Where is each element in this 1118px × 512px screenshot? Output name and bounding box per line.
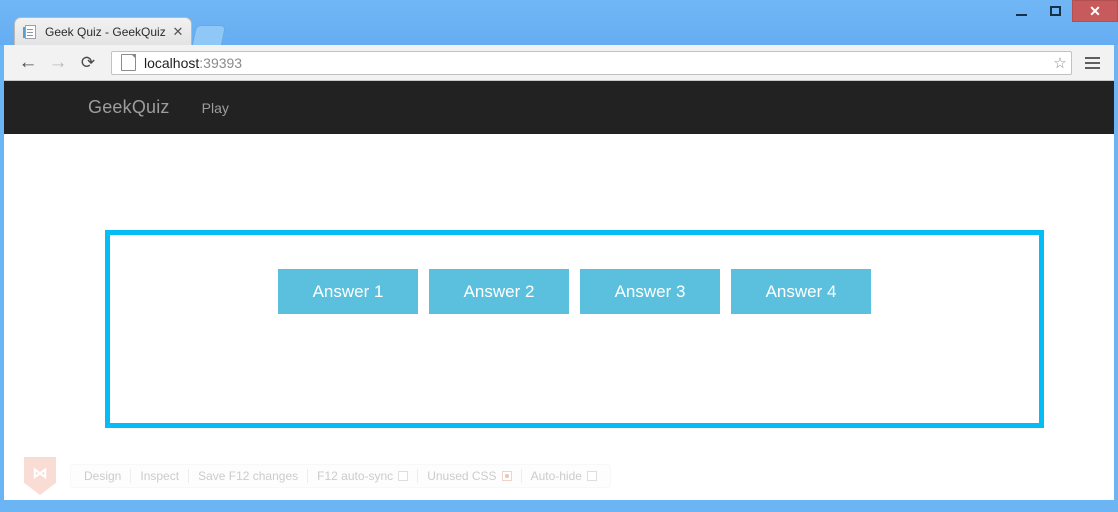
browser-toolbar: ← → ⟳ localhost:39393 ☆ — [4, 45, 1114, 81]
window-controls: ✕ — [1004, 0, 1118, 25]
f12-auto-sync-checkbox[interactable] — [398, 471, 409, 481]
browser-link-save-f12-changes-label: Save F12 changes — [198, 469, 299, 483]
browser-link-auto-hide-label: Auto-hide — [530, 469, 582, 483]
browser-link-toolbar: Design Inspect Save F12 changes F12 auto… — [70, 464, 611, 488]
browser-link-unused-css-label: Unused CSS — [427, 469, 497, 483]
reload-icon[interactable]: ⟳ — [73, 54, 103, 71]
answer-list: Answer 1 Answer 2 Answer 3 Answer 4 — [110, 235, 1039, 314]
browser-link-design-button[interactable]: Design — [75, 469, 130, 483]
page-content: Answer 1 Answer 2 Answer 3 Answer 4 © 20… — [4, 134, 1114, 500]
close-window-button[interactable]: ✕ — [1072, 0, 1118, 22]
tab-strip: Geek Quiz - GeekQuiz ✕ — [14, 17, 227, 45]
browser-link-f12-auto-sync-label: F12 auto-sync — [317, 469, 394, 483]
page-favicon-icon — [23, 24, 39, 40]
browser-window: Geek Quiz - GeekQuiz ✕ ✕ ← → ⟳ localhost… — [0, 0, 1118, 512]
answer-button-4[interactable]: Answer 4 — [731, 269, 871, 314]
back-icon[interactable]: ← — [13, 53, 43, 72]
unused-css-radio[interactable] — [501, 471, 512, 481]
window-titlebar: Geek Quiz - GeekQuiz ✕ ✕ — [0, 0, 1118, 45]
browser-link-f12-auto-sync-item[interactable]: F12 auto-sync — [308, 469, 417, 483]
tab-title: Geek Quiz - GeekQuiz — [45, 24, 166, 39]
browser-link-save-f12-changes-button[interactable]: Save F12 changes — [189, 469, 307, 483]
answer-button-1[interactable]: Answer 1 — [278, 269, 418, 314]
minimize-button[interactable] — [1004, 0, 1038, 22]
visual-studio-logo-icon: ⋈ — [24, 457, 56, 495]
site-brand[interactable]: GeekQuiz — [88, 97, 170, 118]
site-navbar: GeekQuiz Play — [4, 81, 1114, 134]
browser-tab[interactable]: Geek Quiz - GeekQuiz ✕ — [14, 17, 192, 45]
browser-link-unused-css-item[interactable]: Unused CSS — [418, 469, 520, 483]
answer-button-3[interactable]: Answer 3 — [580, 269, 720, 314]
page-info-icon[interactable] — [121, 54, 136, 71]
browser-link-inspect-button[interactable]: Inspect — [131, 469, 188, 483]
maximize-button[interactable] — [1038, 0, 1072, 22]
page-viewport: GeekQuiz Play Answer 1 Answer 2 Answer 3… — [4, 81, 1114, 500]
browser-link-bar: ⋈ Design Inspect Save F12 changes F12 au… — [4, 452, 1114, 500]
browser-link-design-label: Design — [84, 469, 122, 483]
forward-icon[interactable]: → — [43, 53, 73, 72]
quiz-panel: Answer 1 Answer 2 Answer 3 Answer 4 — [105, 230, 1044, 428]
bookmark-star-icon[interactable]: ☆ — [1049, 54, 1071, 72]
url-text: localhost:39393 — [144, 55, 242, 71]
answer-button-2[interactable]: Answer 2 — [429, 269, 569, 314]
url-port: :39393 — [199, 54, 243, 71]
browser-link-auto-hide-item[interactable]: Auto-hide — [522, 469, 606, 483]
tab-close-icon[interactable]: ✕ — [171, 25, 185, 38]
hamburger-menu-icon[interactable] — [1078, 51, 1106, 75]
nav-link-play[interactable]: Play — [202, 100, 229, 116]
auto-hide-checkbox[interactable] — [586, 471, 597, 481]
url-host: localhost — [144, 54, 200, 71]
address-bar[interactable]: localhost:39393 ☆ — [111, 50, 1072, 75]
browser-link-inspect-label: Inspect — [140, 469, 180, 483]
new-tab-button[interactable] — [191, 25, 227, 45]
